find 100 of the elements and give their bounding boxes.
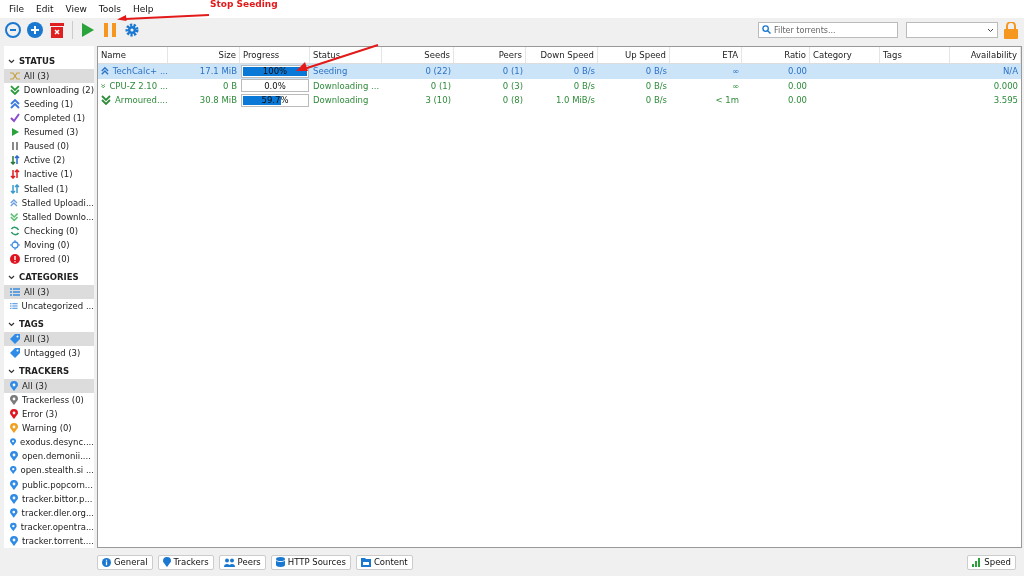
tab-button[interactable]: General	[97, 554, 153, 570]
sidebar-item[interactable]: Error (3)	[4, 407, 94, 422]
list-icon	[10, 301, 18, 311]
sidebar-item[interactable]: Seeding (1)	[4, 96, 94, 112]
play-icon	[10, 127, 20, 138]
column-header[interactable]: Peers	[454, 47, 526, 63]
tab-button[interactable]: Trackers	[157, 554, 214, 570]
table-cell-text: 3.595	[992, 95, 1019, 106]
delete-button[interactable]	[48, 21, 66, 39]
column-header[interactable]: Progress	[240, 47, 310, 63]
section-title: CATEGORIES	[19, 272, 79, 282]
table-cell: Armoured....	[98, 95, 168, 106]
sidebar-item[interactable]: Errored (0)	[4, 252, 94, 267]
chevron-icon[interactable]	[8, 368, 15, 374]
column-header[interactable]: Availability	[950, 47, 1021, 63]
column-header[interactable]: Category	[810, 47, 880, 63]
double-down-icon	[101, 95, 111, 106]
sidebar-item[interactable]: Paused (0)	[4, 139, 94, 154]
error-icon	[10, 254, 20, 265]
table-cell-text: Downloading	[312, 95, 370, 106]
torrent-row[interactable]: CPU-Z 2.10 ... 0 B 0.0% Downloading ... 0 (1) 0 (3) 0 B/s 0 B/s ∞ 0.00 0.000	[98, 78, 1021, 93]
sidebar-item[interactable]: tracker.opentra...	[4, 519, 94, 534]
sidebar-item[interactable]: exodus.desync....	[4, 435, 94, 450]
table-cell-text: ∞	[730, 80, 740, 91]
sidebar-item[interactable]: Inactive (1)	[4, 167, 94, 182]
pause-icon	[10, 141, 20, 152]
sidebar-item[interactable]: Trackerless (0)	[4, 392, 94, 407]
sidebar-item[interactable]: Checking (0)	[4, 223, 94, 238]
sidebar-item[interactable]: Stalled Uploadi...	[4, 195, 94, 210]
table-cell-text: 0 (1)	[501, 66, 524, 77]
column-header[interactable]: Ratio	[742, 47, 810, 63]
up-down-arrows-icon	[10, 169, 20, 180]
double-down-icon	[10, 84, 20, 95]
sidebar-item[interactable]: Stalled (1)	[4, 181, 94, 196]
menu-item[interactable]: Edit	[31, 4, 59, 14]
sidebar-item[interactable]: Resumed (3)	[4, 125, 94, 140]
info-icon	[102, 557, 111, 567]
column-header[interactable]: ETA	[670, 47, 742, 63]
sidebar-item[interactable]: Stalled Downlo...	[4, 209, 94, 224]
sidebar-item[interactable]: Completed (1)	[4, 111, 94, 126]
speed-button[interactable]: Speed	[967, 554, 1016, 570]
sidebar-item[interactable]: open.demonii....	[4, 449, 94, 464]
sidebar-item[interactable]: Moving (0)	[4, 237, 94, 252]
torrent-row[interactable]: TechCalc+ ... 17.1 MiB 100% Seeding 0 (22) 0 (1) 0 B/s 0 B/s ∞ 0.00 N/A	[98, 64, 1021, 79]
chevron-icon[interactable]	[8, 58, 15, 64]
menu-item[interactable]: Tools	[93, 4, 127, 14]
annotation-label: Stop Seeding	[210, 0, 278, 9]
bar-chart-icon	[972, 557, 982, 567]
folder-icon	[360, 557, 371, 567]
column-header[interactable]: Tags	[880, 47, 950, 63]
table-cell-text: 0 B/s	[644, 80, 668, 91]
table-cell-text: 0.000	[992, 80, 1019, 91]
section-title: TAGS	[19, 318, 44, 329]
sidebar-item[interactable]: All (3)	[4, 378, 94, 393]
menu-item[interactable]: View	[60, 4, 92, 14]
sidebar-item[interactable]: Downloading (2)	[4, 82, 94, 97]
sidebar-item[interactable]: tracker.dler.org...	[4, 505, 94, 520]
table-cell-text: 0.00	[787, 80, 808, 91]
table-cell-text: 0.00	[787, 66, 808, 77]
sidebar-item[interactable]: public.popcorn...	[4, 477, 94, 492]
column-header[interactable]: Status	[310, 47, 382, 63]
chevron-icon[interactable]	[8, 275, 15, 280]
table-cell-text: 0 B/s	[644, 95, 668, 106]
table-cell: TechCalc+ ...	[98, 66, 168, 77]
move-icon	[10, 239, 20, 250]
list-icon	[10, 286, 20, 297]
sidebar-item[interactable]: open.stealth.si ...	[4, 463, 94, 478]
column-header[interactable]: Name	[98, 47, 168, 63]
double-up-icon	[10, 99, 20, 109]
sidebar-item[interactable]: Active (2)	[4, 153, 94, 168]
sidebar-item[interactable]: Warning (0)	[4, 421, 94, 436]
double-up-icon	[10, 197, 18, 208]
column-header[interactable]: Down Speed	[526, 47, 598, 63]
chevron-icon[interactable]	[8, 321, 15, 327]
tab-button[interactable]: HTTP Sources	[270, 554, 351, 570]
refresh-icon	[10, 225, 20, 236]
tab-button[interactable]: Content	[355, 554, 413, 570]
column-header[interactable]: Size	[168, 47, 240, 63]
sidebar-item[interactable]: Uncategorized ...	[4, 298, 94, 314]
column-header[interactable]: Seeds	[382, 47, 454, 63]
table-cell-text: 3 (10)	[424, 95, 452, 106]
up-down-arrows-icon	[10, 155, 20, 166]
menu-item[interactable]: Help	[128, 4, 159, 14]
sidebar-item[interactable]: Untagged (3)	[4, 345, 94, 361]
menu-item[interactable]: File	[4, 4, 30, 14]
sidebar-item[interactable]: All (3)	[4, 68, 94, 83]
sidebar-item[interactable]: tracker.bittor.p...	[4, 491, 94, 506]
sidebar-item[interactable]: All (3)	[4, 284, 94, 299]
check-icon	[10, 113, 20, 124]
add-button[interactable]	[26, 21, 44, 39]
search-icon	[762, 25, 771, 34]
gear-icon	[124, 22, 140, 38]
settings-button[interactable]	[123, 21, 141, 39]
search-field[interactable]: Filter torrents...	[758, 22, 898, 38]
tab-button[interactable]: Peers	[218, 554, 266, 570]
sidebar-item[interactable]: tracker.torrent....	[4, 533, 94, 548]
table-cell-text: 0.00	[787, 95, 808, 106]
table-cell-text: 0 B/s	[572, 66, 596, 77]
column-header[interactable]: Up Speed	[598, 47, 670, 63]
sidebar-item[interactable]: All (3)	[4, 331, 94, 346]
